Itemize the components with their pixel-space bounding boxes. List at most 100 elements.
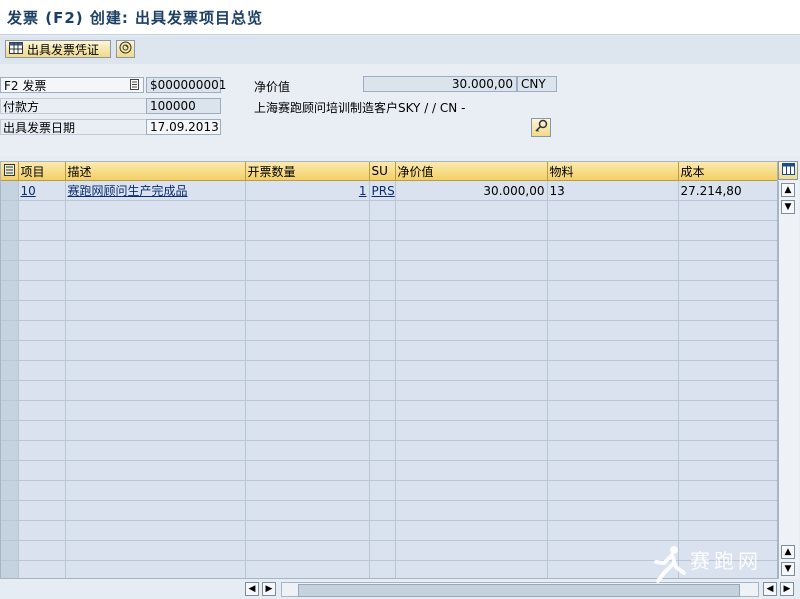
empty-cell[interactable] xyxy=(18,560,66,578)
empty-cell[interactable] xyxy=(369,300,396,321)
detail-button[interactable] xyxy=(531,118,551,137)
empty-cell[interactable] xyxy=(369,560,396,578)
issue-voucher-button[interactable]: 出具发票凭证 xyxy=(5,40,111,58)
empty-cell[interactable] xyxy=(369,320,396,341)
empty-cell[interactable] xyxy=(547,400,679,421)
empty-cell[interactable] xyxy=(245,540,370,561)
empty-cell[interactable] xyxy=(547,280,679,301)
row-selector[interactable] xyxy=(1,280,19,301)
empty-cell[interactable] xyxy=(245,360,370,381)
row-selector[interactable] xyxy=(1,360,19,381)
empty-cell[interactable] xyxy=(547,340,679,361)
empty-cell[interactable] xyxy=(245,460,370,481)
row-selector[interactable] xyxy=(1,260,19,281)
empty-cell[interactable] xyxy=(678,380,777,401)
empty-cell[interactable] xyxy=(65,540,246,561)
empty-cell[interactable] xyxy=(547,360,679,381)
empty-cell[interactable] xyxy=(547,460,679,481)
empty-cell[interactable] xyxy=(65,520,246,541)
empty-cell[interactable] xyxy=(395,540,548,561)
empty-cell[interactable] xyxy=(65,280,246,301)
row-selector[interactable] xyxy=(1,420,19,441)
empty-cell[interactable] xyxy=(369,240,396,261)
empty-cell[interactable] xyxy=(395,360,548,381)
empty-cell[interactable] xyxy=(245,420,370,441)
empty-cell[interactable] xyxy=(369,380,396,401)
empty-cell[interactable] xyxy=(65,400,246,421)
empty-cell[interactable] xyxy=(678,280,777,301)
scroll-down-button[interactable]: ▼ xyxy=(781,200,795,214)
empty-cell[interactable] xyxy=(678,220,777,241)
empty-cell[interactable] xyxy=(18,320,66,341)
empty-cell[interactable] xyxy=(65,480,246,501)
empty-cell[interactable] xyxy=(678,520,777,541)
scroll-up-button[interactable]: ▲ xyxy=(781,183,795,197)
billing-type-select[interactable]: F2 发票 xyxy=(0,77,144,93)
col-header-description[interactable]: 描述 xyxy=(65,162,246,181)
sales-unit-link[interactable]: PRS xyxy=(372,184,395,198)
row-selector[interactable] xyxy=(1,540,19,561)
row-selector[interactable] xyxy=(1,520,19,541)
cell-description[interactable]: 赛跑网顾问生产完成品 xyxy=(65,180,246,201)
col-header-item[interactable]: 项目 xyxy=(18,162,66,181)
empty-cell[interactable] xyxy=(369,540,396,561)
empty-cell[interactable] xyxy=(18,220,66,241)
empty-cell[interactable] xyxy=(65,320,246,341)
empty-cell[interactable] xyxy=(395,280,548,301)
vertical-scrollbar[interactable]: ▲ ▼ ▲ ▼ xyxy=(778,181,799,579)
empty-cell[interactable] xyxy=(678,260,777,281)
empty-cell[interactable] xyxy=(369,340,396,361)
empty-cell[interactable] xyxy=(245,400,370,421)
column-config-button[interactable] xyxy=(778,161,798,180)
col-header-sales-unit[interactable]: SU xyxy=(369,162,396,181)
empty-cell[interactable] xyxy=(547,260,679,281)
empty-cell[interactable] xyxy=(369,520,396,541)
cell-item[interactable]: 10 xyxy=(18,180,66,201)
row-selector[interactable] xyxy=(1,560,19,578)
row-selector[interactable] xyxy=(1,340,19,361)
empty-cell[interactable] xyxy=(547,440,679,461)
row-selector[interactable] xyxy=(1,220,19,241)
empty-cell[interactable] xyxy=(369,460,396,481)
cell-sales-unit[interactable]: PRS xyxy=(369,180,396,201)
select-all-cell[interactable] xyxy=(1,162,19,181)
empty-cell[interactable] xyxy=(245,440,370,461)
empty-cell[interactable] xyxy=(18,340,66,361)
empty-cell[interactable] xyxy=(547,320,679,341)
empty-cell[interactable] xyxy=(18,360,66,381)
empty-cell[interactable] xyxy=(18,460,66,481)
empty-cell[interactable] xyxy=(395,420,548,441)
empty-cell[interactable] xyxy=(65,220,246,241)
row-selector[interactable] xyxy=(1,300,19,321)
empty-cell[interactable] xyxy=(395,220,548,241)
empty-cell[interactable] xyxy=(65,440,246,461)
empty-cell[interactable] xyxy=(245,480,370,501)
empty-cell[interactable] xyxy=(369,400,396,421)
empty-cell[interactable] xyxy=(245,340,370,361)
empty-cell[interactable] xyxy=(65,240,246,261)
col-header-cost[interactable]: 成本 xyxy=(678,162,777,181)
empty-cell[interactable] xyxy=(678,440,777,461)
empty-cell[interactable] xyxy=(65,340,246,361)
empty-cell[interactable] xyxy=(678,420,777,441)
empty-cell[interactable] xyxy=(678,400,777,421)
empty-cell[interactable] xyxy=(547,480,679,501)
empty-cell[interactable] xyxy=(65,380,246,401)
empty-cell[interactable] xyxy=(369,440,396,461)
empty-cell[interactable] xyxy=(18,260,66,281)
empty-cell[interactable] xyxy=(65,460,246,481)
empty-cell[interactable] xyxy=(18,540,66,561)
row-selector[interactable] xyxy=(1,440,19,461)
empty-cell[interactable] xyxy=(395,200,548,221)
scroll-left-button[interactable]: ▶ xyxy=(262,582,276,596)
empty-cell[interactable] xyxy=(65,500,246,521)
empty-cell[interactable] xyxy=(369,220,396,241)
empty-cell[interactable] xyxy=(65,300,246,321)
empty-cell[interactable] xyxy=(678,200,777,221)
empty-cell[interactable] xyxy=(369,280,396,301)
empty-cell[interactable] xyxy=(65,360,246,381)
empty-cell[interactable] xyxy=(18,300,66,321)
empty-cell[interactable] xyxy=(245,300,370,321)
empty-cell[interactable] xyxy=(18,520,66,541)
empty-cell[interactable] xyxy=(678,320,777,341)
